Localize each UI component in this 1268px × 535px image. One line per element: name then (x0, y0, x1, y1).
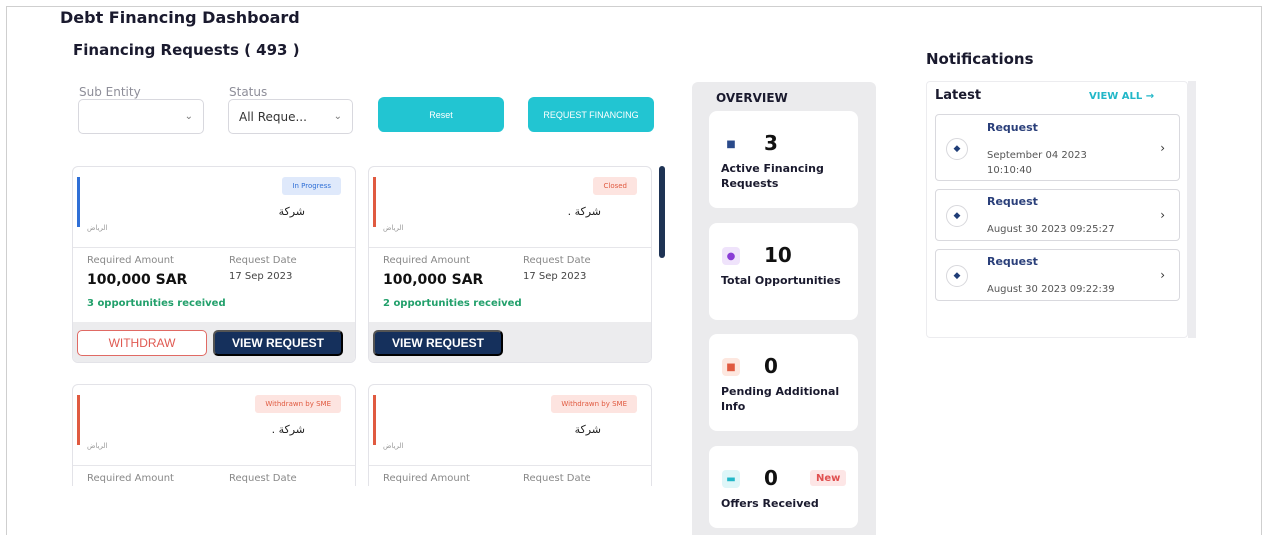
requests-scrollbar[interactable] (659, 166, 665, 258)
notification-time: September 04 2023 (987, 150, 1087, 161)
notification-item[interactable]: ◆ Request August 30 2023 09:22:39 › (935, 249, 1180, 301)
request-date-value: 17 Sep 2023 (523, 271, 587, 282)
card-icon: ▬ (722, 470, 740, 488)
chevron-right-icon: › (1160, 141, 1165, 155)
request-date-label: Request Date (229, 255, 297, 266)
required-amount-label: Required Amount (383, 255, 470, 266)
sub-entity-select[interactable]: ⌄ (78, 99, 204, 134)
company-name: شركة . (567, 205, 601, 218)
card-actions: WITHDRAW VIEW REQUEST (73, 322, 355, 362)
notification-time: 10:10:40 (987, 165, 1032, 176)
company-city: الرياض (383, 442, 404, 450)
new-badge: New (810, 470, 847, 486)
overview-value: 0 (764, 354, 778, 378)
lightbulb-icon: ● (722, 247, 740, 265)
chevron-down-icon: ⌄ (184, 111, 193, 122)
request-icon: ◆ (946, 265, 968, 287)
overview-card-offers-received[interactable]: ▬ 0 New Offers Received (709, 446, 858, 528)
view-request-button[interactable]: VIEW REQUEST (213, 330, 343, 356)
request-date-label: Request Date (229, 473, 297, 484)
required-amount-value: 100,000 SAR (383, 272, 484, 288)
notification-time: August 30 2023 09:22:39 (987, 284, 1115, 295)
request-card: Closed شركة . الرياض Required Amount Req… (368, 166, 652, 363)
notification-item[interactable]: ◆ Request August 30 2023 09:25:27 › (935, 189, 1180, 241)
status-select[interactable]: All Reque... ⌄ (228, 99, 353, 134)
request-card: In Progress شركة الرياض Required Amount … (72, 166, 356, 363)
notification-title: Request (987, 255, 1038, 268)
chevron-right-icon: › (1160, 208, 1165, 222)
documents-icon: ■ (722, 358, 740, 376)
card-divider (369, 465, 651, 466)
overview-card-total-opportunities[interactable]: ● 10 Total Opportunities (709, 223, 858, 320)
overview-value: 0 (764, 466, 778, 490)
card-divider (369, 247, 651, 248)
status-accent-bar (373, 177, 376, 227)
status-badge: Withdrawn by SME (551, 395, 637, 413)
requests-list[interactable]: In Progress شركة الرياض Required Amount … (68, 160, 668, 486)
request-date-label: Request Date (523, 473, 591, 484)
status-accent-bar (373, 395, 376, 445)
page-title: Debt Financing Dashboard (60, 8, 300, 27)
notification-title: Request (987, 195, 1038, 208)
opportunities-count: 3 opportunities received (87, 298, 226, 309)
request-date-label: Request Date (523, 255, 591, 266)
card-divider (73, 465, 355, 466)
chevron-down-icon: ⌄ (333, 111, 342, 122)
status-badge: Withdrawn by SME (255, 395, 341, 413)
company-city: الرياض (383, 224, 404, 232)
overview-label: Active Financing Requests (721, 162, 824, 190)
overview-label: Pending Additional Info (721, 385, 840, 413)
reset-button[interactable]: Reset (378, 97, 504, 132)
required-amount-value: 100,000 SAR (87, 272, 188, 288)
company-city: الرياض (87, 442, 108, 450)
chevron-right-icon: › (1160, 268, 1165, 282)
overview-title: OVERVIEW (716, 91, 788, 105)
overview-label: Offers Received (721, 497, 819, 510)
notification-item[interactable]: ◆ Request September 04 2023 10:10:40 › (935, 114, 1180, 181)
request-icon: ◆ (946, 138, 968, 160)
withdraw-button[interactable]: WITHDRAW (77, 330, 207, 356)
company-city: الرياض (87, 224, 108, 232)
latest-label: Latest (935, 88, 982, 103)
status-badge: In Progress (282, 177, 341, 195)
overview-card-active-requests[interactable]: ■ 3 Active Financing Requests (709, 111, 858, 208)
request-card: Withdrawn by SME شركة . الرياض Required … (72, 384, 356, 486)
card-divider (73, 247, 355, 248)
required-amount-label: Required Amount (87, 473, 174, 484)
financing-requests-title: Financing Requests ( 493 ) (73, 41, 300, 59)
notifications-scrollbar[interactable] (1188, 81, 1196, 338)
company-name: شركة (278, 205, 305, 218)
company-name: شركة (574, 423, 601, 436)
company-name: شركة . (271, 423, 305, 436)
status-accent-bar (77, 177, 80, 227)
sub-entity-label: Sub Entity (79, 85, 141, 99)
notifications-title: Notifications (926, 50, 1034, 68)
request-date-value: 17 Sep 2023 (229, 271, 293, 282)
notification-time: August 30 2023 09:25:27 (987, 224, 1115, 235)
overview-card-pending-info[interactable]: ■ 0 Pending Additional Info (709, 334, 858, 431)
view-all-link[interactable]: VIEW ALL → (1089, 91, 1154, 102)
notification-title: Request (987, 121, 1038, 134)
overview-value: 10 (764, 243, 792, 267)
overview-panel: OVERVIEW ■ 3 Active Financing Requests ●… (692, 82, 876, 535)
required-amount-label: Required Amount (87, 255, 174, 266)
status-value: All Reque... (239, 109, 307, 124)
required-amount-label: Required Amount (383, 473, 470, 484)
coins-icon: ■ (726, 138, 736, 150)
request-icon: ◆ (946, 205, 968, 227)
request-financing-button[interactable]: REQUEST FINANCING (528, 97, 654, 132)
request-card: Withdrawn by SME شركة الرياض Required Am… (368, 384, 652, 486)
card-actions: VIEW REQUEST (369, 322, 651, 362)
status-badge: Closed (593, 177, 637, 195)
overview-value: 3 (764, 131, 778, 155)
view-request-button[interactable]: VIEW REQUEST (373, 330, 503, 356)
status-accent-bar (77, 395, 80, 445)
overview-label: Total Opportunities (721, 274, 841, 287)
status-label: Status (229, 85, 268, 99)
opportunities-count: 2 opportunities received (383, 298, 522, 309)
